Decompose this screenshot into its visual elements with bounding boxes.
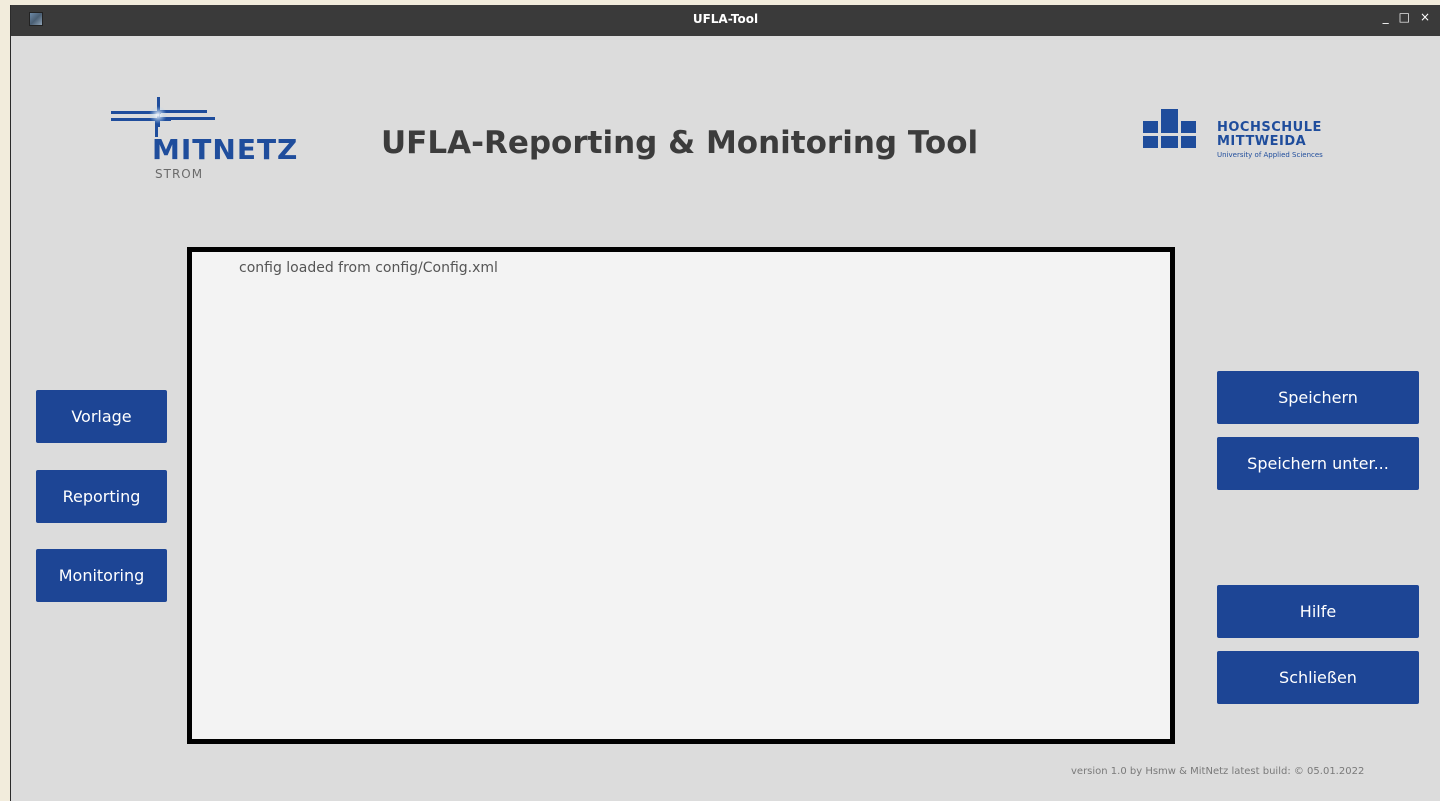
mitnetz-wordmark: MITNETZ [152, 133, 299, 166]
mitnetz-logo: MITNETZ STROM [101, 95, 311, 190]
log-line: config loaded from config/Config.xml [239, 260, 498, 276]
minimize-icon[interactable]: _ [1383, 10, 1399, 24]
window-title: UFLA-Tool [692, 12, 759, 26]
save-as-button[interactable]: Speichern unter... [1217, 437, 1419, 490]
help-button[interactable]: Hilfe [1217, 585, 1419, 638]
maximize-icon[interactable]: □ [1399, 10, 1420, 24]
hsmw-line3: University of Applied Sciences [1217, 151, 1323, 159]
hsmw-line2: MITTWEIDA [1217, 134, 1307, 149]
close-button[interactable]: Schließen [1217, 651, 1419, 704]
reporting-button[interactable]: Reporting [36, 470, 167, 523]
page-title: UFLA-Reporting & Monitoring Tool [381, 125, 979, 161]
mitnetz-sub: STROM [155, 167, 204, 181]
log-output-area[interactable]: config loaded from config/Config.xml [187, 247, 1175, 744]
save-button[interactable]: Speichern [1217, 371, 1419, 424]
hsmw-line1: HOCHSCHULE [1217, 120, 1322, 135]
close-icon[interactable]: × [1420, 10, 1440, 24]
hsmw-building-icon [1143, 109, 1196, 148]
window-controls: _□× [1383, 10, 1440, 24]
monitoring-button[interactable]: Monitoring [36, 549, 167, 602]
vorlage-button[interactable]: Vorlage [36, 390, 167, 443]
version-footer: version 1.0 by Hsmw & MitNetz latest bui… [1071, 766, 1365, 777]
title-bar[interactable]: UFLA-Tool _□× [11, 5, 1440, 36]
app-window: UFLA-Tool _□× MITNETZ STROM UFLA-Reporti… [10, 5, 1440, 801]
hsmw-logo: HOCHSCHULE MITTWEIDA University of Appli… [1139, 105, 1359, 175]
